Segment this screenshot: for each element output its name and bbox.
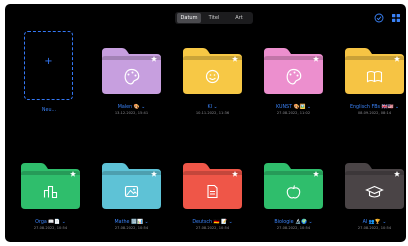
segment-date[interactable]: Datum bbox=[177, 13, 201, 23]
folder-name[interactable]: Englisch FBs 🇬🇧🇺🇸 ⌄ bbox=[335, 105, 406, 110]
folder-icon bbox=[345, 48, 404, 94]
folder-name[interactable]: Orga 📖📄 ⌄ bbox=[11, 220, 90, 225]
folder-icon bbox=[183, 48, 242, 94]
checkmark-circle-icon[interactable] bbox=[374, 13, 384, 23]
folder-date: 27.08.2022, 10:54 bbox=[357, 226, 392, 230]
folder-tile[interactable] bbox=[102, 48, 161, 94]
folder-tile[interactable] bbox=[102, 163, 161, 209]
folder-name[interactable]: Deutsch 🇩🇪 📝 ⌄ bbox=[173, 220, 252, 225]
folder-tile[interactable] bbox=[264, 48, 323, 94]
folder-date: 27.08.2022, 10:54 bbox=[114, 226, 149, 230]
folder-name[interactable]: AI 👥🏆 ⌄ bbox=[335, 220, 406, 225]
app-screen: Datum Titel Art + Neu... Malen 🎨 ⌄ 13.12.… bbox=[5, 4, 406, 242]
folder-icon bbox=[183, 163, 242, 209]
folder-date: 27.08.2022, 10:54 bbox=[33, 226, 68, 230]
new-document-label: Neu... bbox=[41, 108, 57, 113]
plus-icon: + bbox=[44, 56, 53, 67]
sort-segmented-control: Datum Titel Art bbox=[175, 12, 253, 24]
folder-name[interactable]: Malen 🎨 ⌄ bbox=[92, 105, 171, 110]
folder-name[interactable]: Biologie 🔬🌍 ⌄ bbox=[254, 220, 333, 225]
folder-name[interactable]: KUNST 🎨🖼️ ⌄ bbox=[254, 105, 333, 110]
folder-tile[interactable] bbox=[345, 163, 404, 209]
folder-tile[interactable] bbox=[183, 163, 242, 209]
folder-icon bbox=[21, 163, 80, 209]
folder-name[interactable]: KI ⌄ bbox=[173, 105, 252, 110]
folder-tile[interactable] bbox=[183, 48, 242, 94]
folder-date: 27.08.2022, 10:54 bbox=[276, 226, 311, 230]
folder-date: 13.12.2022, 15:41 bbox=[114, 111, 149, 115]
folder-icon bbox=[102, 163, 161, 209]
folder-date: 08.09.2022, 08:14 bbox=[357, 111, 392, 115]
folder-icon bbox=[345, 163, 404, 209]
folder-tile[interactable] bbox=[264, 163, 323, 209]
folder-date: 27.08.2022, 11:02 bbox=[276, 111, 311, 115]
new-document-button[interactable]: + bbox=[24, 31, 73, 100]
segment-title[interactable]: Titel bbox=[202, 13, 226, 23]
folder-tile[interactable] bbox=[345, 48, 404, 94]
folder-name[interactable]: Mathe 🔢📊 ⌄ bbox=[92, 220, 171, 225]
grid-icon[interactable] bbox=[391, 13, 401, 23]
segment-type[interactable]: Art bbox=[227, 13, 251, 23]
folder-icon bbox=[264, 163, 323, 209]
folder-tile[interactable] bbox=[21, 163, 80, 209]
folder-icon bbox=[264, 48, 323, 94]
folder-date: 10.11.2022, 11:36 bbox=[195, 111, 230, 115]
folder-icon bbox=[102, 48, 161, 94]
folder-date: 27.08.2022, 10:54 bbox=[195, 226, 230, 230]
